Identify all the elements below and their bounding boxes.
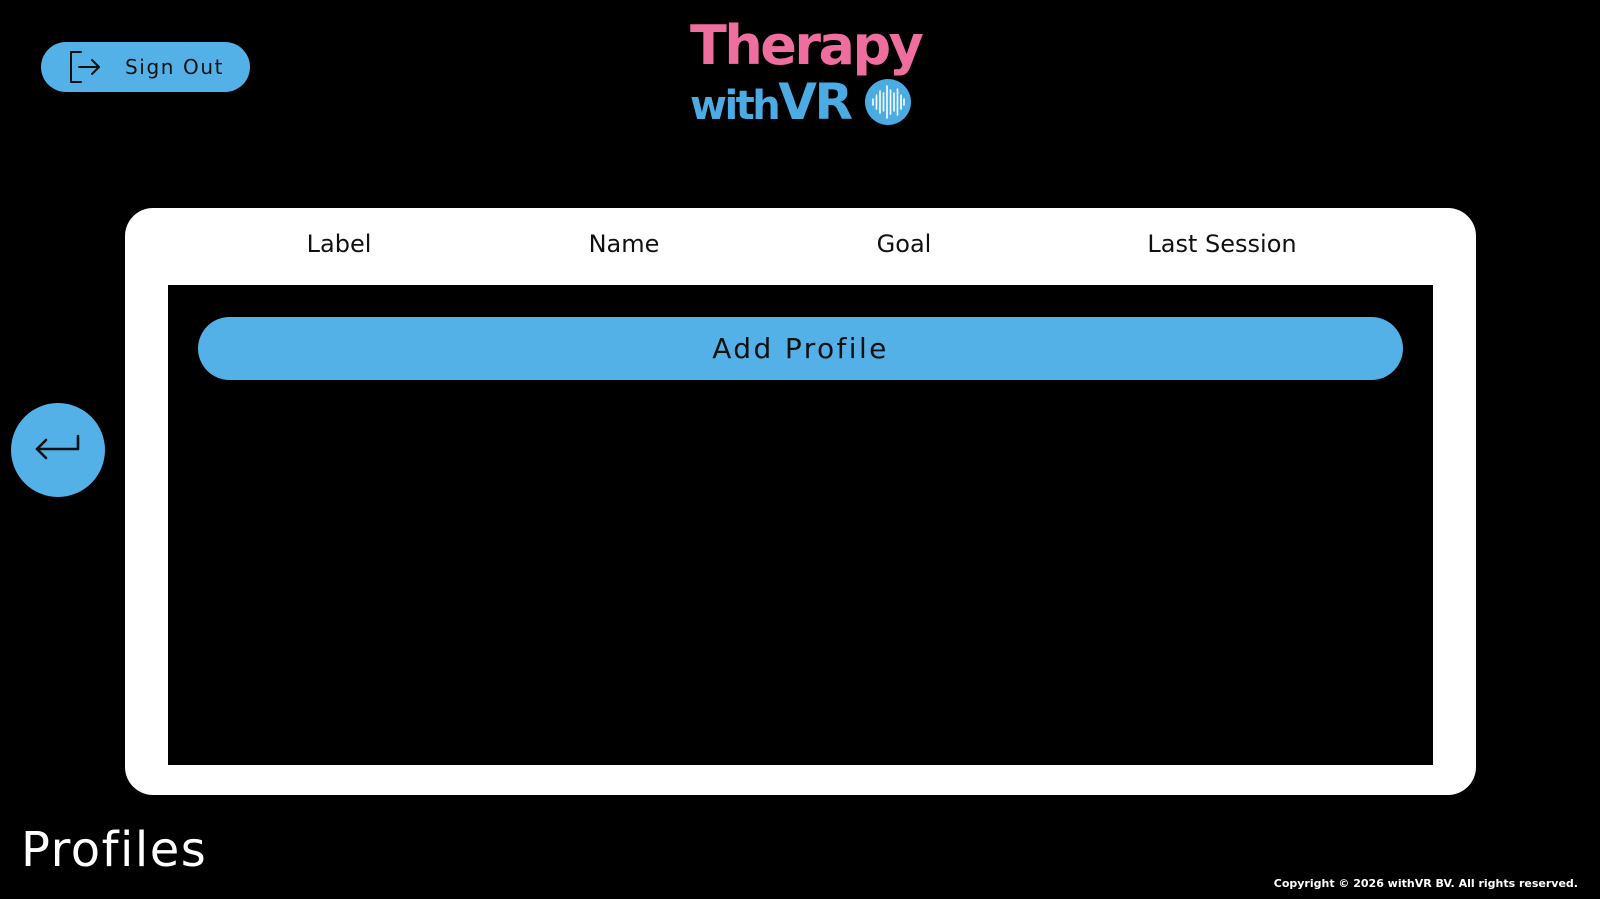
soundwave-logo-icon — [864, 78, 912, 126]
logo-therapy-text: Therapy — [690, 14, 924, 77]
column-header-name: Name — [588, 230, 660, 258]
column-header-label: Label — [306, 230, 372, 258]
copyright-text: Copyright © 2026 withVR BV. All rights r… — [1273, 877, 1578, 890]
logo-vr-text: VR — [778, 73, 853, 131]
sign-out-button[interactable]: Sign Out — [41, 42, 250, 92]
profiles-table-card: Label Name Goal Last Session Add Profile — [125, 208, 1476, 795]
add-profile-button[interactable]: Add Profile — [198, 317, 1403, 380]
logo-withvr-text: withVR — [690, 72, 853, 136]
profiles-list[interactable]: Add Profile — [168, 285, 1433, 765]
column-header-last-session: Last Session — [1147, 230, 1297, 258]
column-header-goal: Goal — [876, 230, 932, 258]
sign-out-label: Sign Out — [125, 55, 225, 79]
page-title: Profiles — [21, 822, 208, 878]
sign-out-icon — [67, 49, 103, 85]
back-arrow-icon — [31, 430, 85, 470]
therapy-withvr-logo: Therapy withVR — [688, 14, 924, 131]
logo-with-text: with — [690, 83, 781, 129]
back-button[interactable] — [11, 403, 105, 497]
